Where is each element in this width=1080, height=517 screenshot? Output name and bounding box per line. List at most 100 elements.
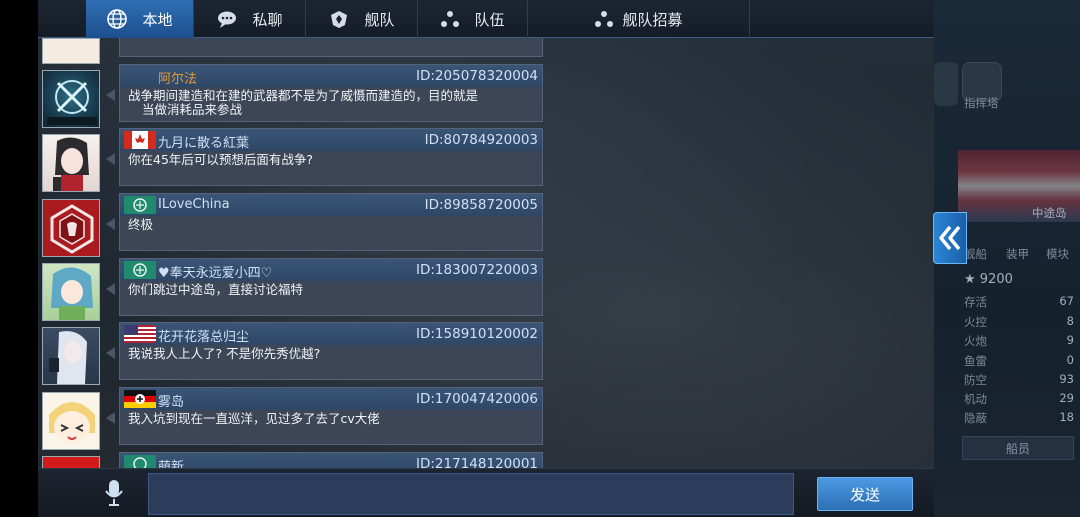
stat-label: 火炮 <box>964 334 987 348</box>
message-text-line: 我入坑到现在一直巡洋，见过多了去了cv大佬 <box>128 411 380 426</box>
stat-row: 机动 29 <box>962 391 1078 409</box>
tab-label: 舰队 <box>364 10 395 29</box>
canada-flag-icon <box>124 131 156 149</box>
stat-value: 9 <box>1066 333 1074 347</box>
message-text[interactable]: 我入坑到现在一直巡洋，见过多了去了cv大佬 <box>128 412 538 426</box>
sender-name[interactable]: 萌新 <box>158 456 184 468</box>
message-pointer <box>106 412 115 424</box>
right-tab-0[interactable]: 舰船 <box>964 246 987 262</box>
message-text[interactable]: 你们跳过中途岛，直接讨论福特 <box>128 283 538 297</box>
tab-label: 本地 <box>142 10 173 29</box>
stat-row: 火炮 9 <box>962 333 1078 351</box>
stat-label: 存活 <box>964 295 987 309</box>
recruit-dots-icon <box>594 10 614 28</box>
avatar-chibi-face-icon <box>49 402 95 443</box>
sender-name[interactable]: 阿尔法 <box>158 68 197 87</box>
germany-flag-icon <box>124 390 156 408</box>
tab-fleet-recruit[interactable]: 舰队招募 <box>528 0 750 38</box>
crew-button[interactable]: 船员 <box>962 436 1074 460</box>
avatar[interactable] <box>42 70 100 128</box>
message-card: 萌新 ID:217148120001 <box>119 452 543 468</box>
green-emblem-flag-icon <box>124 261 156 279</box>
stat-value: 0 <box>1066 353 1074 367</box>
send-button[interactable]: 发送 <box>817 477 913 511</box>
message-text-line: 终极 <box>128 217 154 232</box>
avatar[interactable] <box>42 392 100 450</box>
user-id: ID:170047420006 <box>416 391 538 407</box>
stat-value: 67 <box>1059 294 1074 308</box>
collapse-panel-button[interactable] <box>933 212 967 264</box>
right-tab-2[interactable]: 模块 <box>1046 246 1069 262</box>
side-icon-1[interactable] <box>934 62 958 106</box>
user-id: ID:158910120002 <box>416 326 538 342</box>
chat-input-bar: 发送 <box>38 468 934 517</box>
sender-name[interactable]: 雾岛 <box>158 391 184 410</box>
stat-label: 火控 <box>964 315 987 329</box>
tab-label: 队伍 <box>474 10 505 29</box>
stat-row: 隐蔽 18 <box>962 410 1078 428</box>
ship-name-label: 中途岛 <box>1032 206 1067 220</box>
avatar-hex-crest-icon <box>50 204 94 254</box>
user-id: ID:205078320004 <box>416 68 538 84</box>
avatar-emblem-icon <box>47 80 97 125</box>
avatar[interactable] <box>42 456 100 468</box>
stat-label: 鱼雷 <box>964 354 987 368</box>
stat-value: 93 <box>1059 372 1074 386</box>
message-text-line: 当做消耗品来参战 <box>142 102 243 117</box>
avatar[interactable] <box>42 199 100 257</box>
team-dots-icon <box>440 10 460 28</box>
avatar[interactable] <box>42 38 100 64</box>
tab-local[interactable]: 本地 <box>86 0 194 38</box>
microphone-icon <box>105 480 123 506</box>
message-pointer <box>106 89 115 101</box>
message-text[interactable]: 终极 <box>128 218 538 232</box>
chat-tab-bar: 本地 私聊 舰队 队伍 舰队招募 <box>38 0 934 38</box>
stat-label: 防空 <box>964 373 987 387</box>
message-card: ♥奉天永远爱小四♡ ID:183007220003 你们跳过中途岛，直接讨论福特 <box>106 258 543 316</box>
message-text-line: 我说我人上人了? 不是你先秀优越? <box>128 346 321 361</box>
sender-name[interactable]: 花开花落总归尘 <box>158 326 249 345</box>
message-pointer <box>106 283 115 295</box>
message-card: 花开花落总归尘 ID:158910120002 我说我人上人了? 不是你先秀优越… <box>106 322 543 380</box>
message-text[interactable]: 战争期间建造和在建的武器都不是为了威慑而建造的，目的就是 当做消耗品来参战 <box>128 89 538 117</box>
avatar[interactable] <box>42 263 100 321</box>
chat-bubble-icon <box>216 9 238 29</box>
stat-label: 机动 <box>964 392 987 406</box>
message-text-line: 你们跳过中途岛，直接讨论福特 <box>128 282 304 297</box>
stat-label: 隐蔽 <box>964 411 987 425</box>
user-id: ID:80784920003 <box>424 132 538 148</box>
tab-team[interactable]: 队伍 <box>418 0 528 38</box>
user-id: ID:89858720005 <box>424 197 538 213</box>
message-text[interactable]: 你在45年后可以预想后面有战争? <box>128 153 538 167</box>
stat-row: 鱼雷 0 <box>962 353 1078 371</box>
user-id: ID:217148120001 <box>416 456 538 468</box>
crew-button-label: 船员 <box>1005 441 1030 456</box>
stat-value: 29 <box>1059 391 1074 405</box>
tab-fleet[interactable]: 舰队 <box>306 0 418 38</box>
sender-name[interactable]: 九月に散る紅葉 <box>158 132 249 151</box>
tab-label: 舰队招募 <box>622 10 683 29</box>
right-tab-1[interactable]: 装甲 <box>1006 246 1029 262</box>
avatar-anime-girl-icon <box>51 267 93 320</box>
microphone-button[interactable] <box>104 478 124 508</box>
stat-row: 火控 8 <box>962 314 1078 332</box>
tab-private[interactable]: 私聊 <box>194 0 306 38</box>
stat-value: 8 <box>1066 314 1074 328</box>
stat-value: 18 <box>1059 410 1074 424</box>
message-text[interactable]: 我说我人上人了? 不是你先秀优越? <box>128 347 538 361</box>
globe-icon <box>106 8 128 30</box>
chat-message-input[interactable] <box>148 473 794 515</box>
sender-name[interactable]: ILoveChina <box>158 197 230 212</box>
avatar-anime-girl-icon <box>53 137 89 191</box>
tab-label: 私聊 <box>252 10 283 29</box>
sender-name[interactable]: ♥奉天永远爱小四♡ <box>158 262 272 281</box>
stat-row: 存活 67 <box>962 294 1078 312</box>
message-card: 阿尔法 ID:205078320004 战争期间建造和在建的武器都不是为了威慑而… <box>106 64 543 122</box>
user-id: ID:183007220003 <box>416 262 538 278</box>
message-card: 九月に散る紅葉 ID:80784920003 你在45年后可以预想后面有战争? <box>106 128 543 186</box>
avatar[interactable] <box>42 134 100 192</box>
message-pointer <box>106 347 115 359</box>
side-icon-label: 指挥塔 <box>964 96 999 110</box>
avatar[interactable] <box>42 327 100 385</box>
message-card: ILoveChina ID:89858720005 终极 <box>106 193 543 251</box>
